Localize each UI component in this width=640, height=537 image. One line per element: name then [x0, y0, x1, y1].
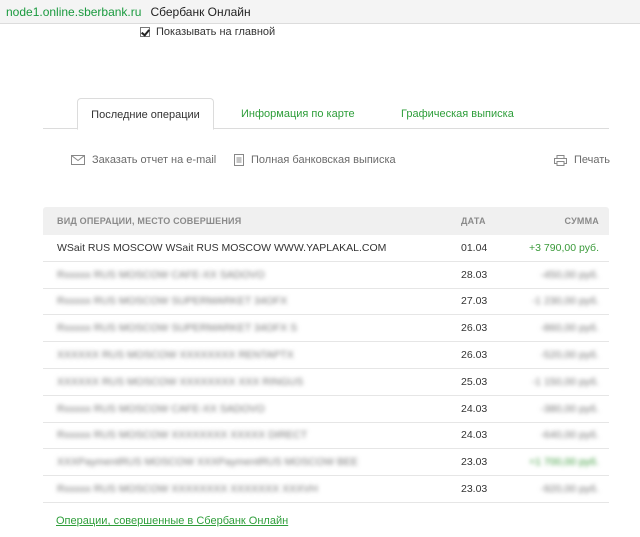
operation-description: Rxxxxx RUS MOSCOW CAFE-XX SADOVO [57, 268, 265, 281]
operation-amount: -640,00 руб. [540, 429, 599, 442]
email-report-label: Заказать отчет на e-mail [92, 154, 217, 166]
tab-bar: Последние операции Информация по карте Г… [43, 98, 609, 130]
sberbank-online-operations-link[interactable]: Операции, совершенные в Сбербанк Онлайн [56, 515, 288, 527]
header-amount[interactable]: СУММА [506, 216, 609, 226]
table-body: WSait RUS MOSCOW WSait RUS MOSCOW WWW.YA… [43, 235, 609, 503]
operation-description: Rxxxxx RUS MOSCOW SUPERMARKET 34OFX S [57, 322, 298, 335]
table-row[interactable]: Rxxxxx RUS MOSCOW CAFE-XX SADOVO 28.03 -45… [43, 262, 609, 289]
operation-amount: +1 700,00 руб. [529, 456, 599, 469]
print-label: Печать [574, 154, 611, 166]
operation-date: 27.03 [461, 295, 488, 308]
operation-description: Rxxxxx RUS MOSCOW XXXXXXXX XXXXX DIRECT [57, 429, 308, 442]
operation-date: 26.03 [461, 322, 488, 335]
show-on-main-checkbox[interactable] [140, 27, 150, 37]
actions-bar: Заказать отчет на e-mail Полная банковск… [71, 154, 610, 168]
table-row[interactable]: Rxxxxx RUS MOSCOW SUPERMARKET 34OFX S 26.… [43, 315, 609, 343]
envelope-icon [71, 155, 85, 165]
operation-date: 25.03 [461, 375, 488, 388]
operation-description: XXXPaymentRUS MOSCOW XXXPaymentRUS MOSCO… [57, 456, 359, 469]
operation-description: WSait RUS MOSCOW WSait RUS MOSCOW WWW.YA… [57, 241, 387, 254]
document-icon [234, 154, 244, 166]
header-operation-type[interactable]: ВИД ОПЕРАЦИИ, МЕСТО СОВЕРШЕНИЯ [43, 216, 446, 226]
email-report-link[interactable]: Заказать отчет на e-mail [71, 154, 216, 166]
tab-graphic-statement[interactable]: Графическая выписка [401, 98, 514, 129]
table-row[interactable]: Rxxxxx RUS MOSCOW XXXXXXXX XXXXXXX XXXVH… [43, 476, 609, 503]
operation-date: 24.03 [461, 402, 488, 415]
full-statement-link[interactable]: Полная банковская выписка [234, 154, 396, 166]
table-row[interactable]: WSait RUS MOSCOW WSait RUS MOSCOW WWW.YA… [43, 235, 609, 262]
operation-description: Rxxxxx RUS MOSCOW XXXXXXXX XXXXXXX XXXVH [57, 483, 318, 496]
operation-date: 28.03 [461, 268, 488, 281]
operation-date: 26.03 [461, 349, 488, 362]
table-row[interactable]: XXXXXX RUS MOSCOW XXXXXXXX XXX RINGUS 25.… [43, 369, 609, 396]
operations-table: ВИД ОПЕРАЦИИ, МЕСТО СОВЕРШЕНИЯ ДАТА СУММ… [43, 207, 609, 503]
operation-amount: -860,00 руб. [540, 322, 599, 335]
operation-date: 23.03 [461, 456, 488, 469]
operation-amount: -920,00 руб. [540, 483, 599, 496]
operation-amount: -380,00 руб. [540, 402, 599, 415]
operation-amount: -450,00 руб. [540, 268, 599, 281]
operation-description: XXXXXX RUS MOSCOW XXXXXXXX RENTAPTX [57, 349, 294, 362]
browser-title-bar: node1.online.sberbank.ru Сбербанк Онлайн [0, 0, 640, 24]
operation-description: XXXXXX RUS MOSCOW XXXXXXXX XXX RINGUS [57, 375, 304, 388]
show-on-main-label: Показывать на главной [156, 26, 276, 38]
table-row[interactable]: Rxxxxx RUS MOSCOW CAFE-XX SADOVO 24.03 -38… [43, 396, 609, 423]
operation-date: 23.03 [461, 483, 488, 496]
tab-card-info[interactable]: Информация по карте [241, 98, 355, 129]
page-url[interactable]: node1.online.sberbank.ru [6, 5, 141, 19]
full-statement-label: Полная банковская выписка [251, 154, 396, 166]
table-header: ВИД ОПЕРАЦИИ, МЕСТО СОВЕРШЕНИЯ ДАТА СУММ… [43, 207, 609, 235]
print-link[interactable]: Печать [554, 154, 610, 166]
operation-date: 01.04 [461, 241, 488, 254]
operation-date: 24.03 [461, 429, 488, 442]
table-row[interactable]: XXXPaymentRUS MOSCOW XXXPaymentRUS MOSCO… [43, 449, 609, 477]
printer-icon [554, 154, 567, 166]
operation-description: Rxxxxx RUS MOSCOW CAFE-XX SADOVO [57, 402, 265, 415]
operation-description: Rxxxxx RUS MOSCOW SUPERMARKET 34OFX [57, 295, 288, 308]
operation-amount: -1 150,00 руб. [531, 375, 599, 388]
operation-amount: -520,00 руб. [540, 349, 599, 362]
table-row[interactable]: Rxxxxx RUS MOSCOW XXXXXXXX XXXXX DIRECT 2… [43, 423, 609, 450]
table-row[interactable]: XXXXXX RUS MOSCOW XXXXXXXX RENTAPTX 26.03… [43, 342, 609, 369]
operation-amount: +3 790,00 руб. [529, 241, 599, 254]
table-row[interactable]: Rxxxxx RUS MOSCOW SUPERMARKET 34OFX 27.03… [43, 289, 609, 316]
operation-amount: -1 230,00 руб. [531, 295, 599, 308]
show-on-main-option[interactable]: Показывать на главной [140, 26, 275, 38]
header-date[interactable]: ДАТА [446, 216, 506, 226]
tab-recent-operations[interactable]: Последние операции [77, 98, 214, 130]
site-title: Сбербанк Онлайн [150, 4, 251, 19]
